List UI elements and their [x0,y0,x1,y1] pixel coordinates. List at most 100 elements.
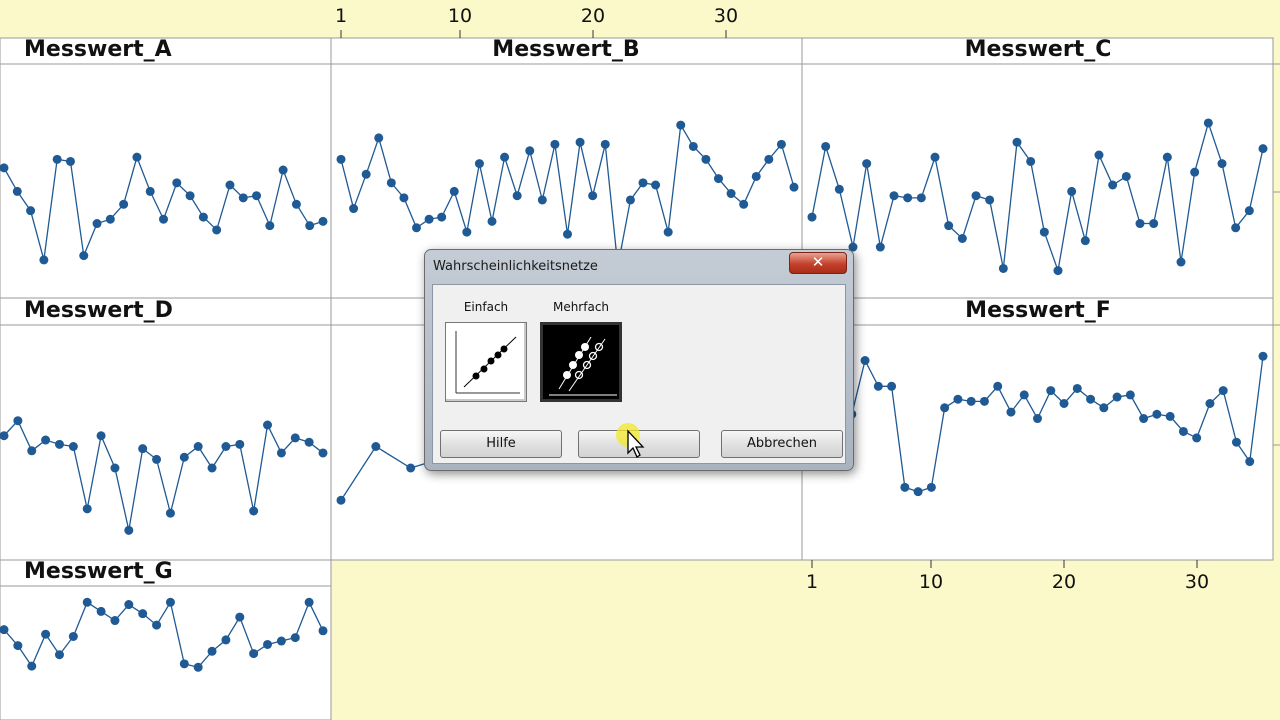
data-point [41,629,51,639]
option-simple-tile[interactable] [445,322,527,402]
data-point [1244,206,1254,216]
data-point [688,141,698,151]
x-tick-label: 10 [919,571,943,593]
data-point [1178,426,1188,436]
data-point [437,212,447,222]
data-point [1125,390,1135,400]
cancel-button[interactable]: Abbrechen [721,430,843,458]
data-point [318,216,328,226]
data-point [124,525,134,535]
data-point [179,659,189,669]
data-point [371,442,381,451]
data-point [92,219,102,229]
data-point [676,120,686,130]
data-point [1190,167,1200,177]
data-point [12,186,22,196]
panel-6 [801,297,1274,561]
data-point [54,439,64,449]
data-point [304,597,314,607]
mouse-cursor [614,421,654,466]
help-button[interactable]: Hilfe [440,430,562,458]
data-point [1080,236,1090,246]
data-point [751,171,761,181]
data-point [1135,219,1145,229]
data-point [1053,266,1063,276]
data-point [386,178,396,188]
data-point [807,212,817,222]
data-point [875,242,885,252]
data-point [165,508,175,518]
data-point [318,626,328,636]
data-point [304,437,314,447]
data-point [361,169,371,179]
data-point [1176,257,1186,267]
data-point [145,186,155,196]
data-point [900,482,910,492]
data-point [821,141,831,151]
data-point [1099,403,1109,413]
data-point [185,191,195,201]
data-point [1012,137,1022,147]
data-point [406,463,416,473]
data-point [971,191,981,201]
cursor-arrow-icon [616,423,645,458]
data-point [249,649,259,659]
data-point [1033,414,1042,424]
data-point [957,234,967,243]
data-point [1218,386,1228,396]
data-point [105,214,115,224]
data-point [600,139,610,149]
data-point [336,495,346,505]
data-point [625,195,635,205]
data-point [1046,386,1056,396]
data-point [1203,118,1213,128]
data-point [1059,399,1069,408]
data-point [13,416,23,426]
data-point [930,152,940,162]
data-point [96,431,106,441]
data-point [318,448,328,458]
data-point [1165,411,1175,421]
data-point [1192,433,1202,443]
data-point [165,597,175,607]
panel-title: Messwert_G [24,559,173,584]
data-point [212,225,222,235]
data-point [500,152,510,162]
data-point [221,442,231,451]
data-point [221,635,231,645]
panel-4 [0,297,332,561]
data-point [412,223,421,233]
data-point [1245,457,1255,467]
data-point [913,487,923,497]
data-point [966,396,976,406]
data-point [1217,159,1227,169]
data-point [290,633,300,643]
panel-title: Messwert_F [965,298,1111,323]
data-point [1121,171,1131,181]
data-point [52,154,62,164]
data-point [979,396,989,406]
data-point [998,263,1008,273]
data-point [278,165,288,175]
data-point [926,482,936,492]
data-point [550,139,560,149]
data-point [663,227,673,237]
x-tick-label: 30 [1185,571,1209,593]
data-point [789,182,799,192]
data-point [739,199,749,209]
data-point [575,137,585,147]
data-point [152,454,162,464]
option-multiple-label: Mehrfach [552,300,610,314]
data-point [238,193,248,203]
data-point [193,442,203,451]
data-point [65,156,75,166]
data-point [449,186,459,196]
data-point [638,178,648,188]
option-multiple-tile[interactable] [540,322,622,402]
data-point [290,433,300,443]
data-point [305,221,315,231]
close-button[interactable]: ✕ [789,252,847,274]
data-point [940,403,950,413]
data-point [889,191,899,201]
data-point [1094,150,1104,160]
